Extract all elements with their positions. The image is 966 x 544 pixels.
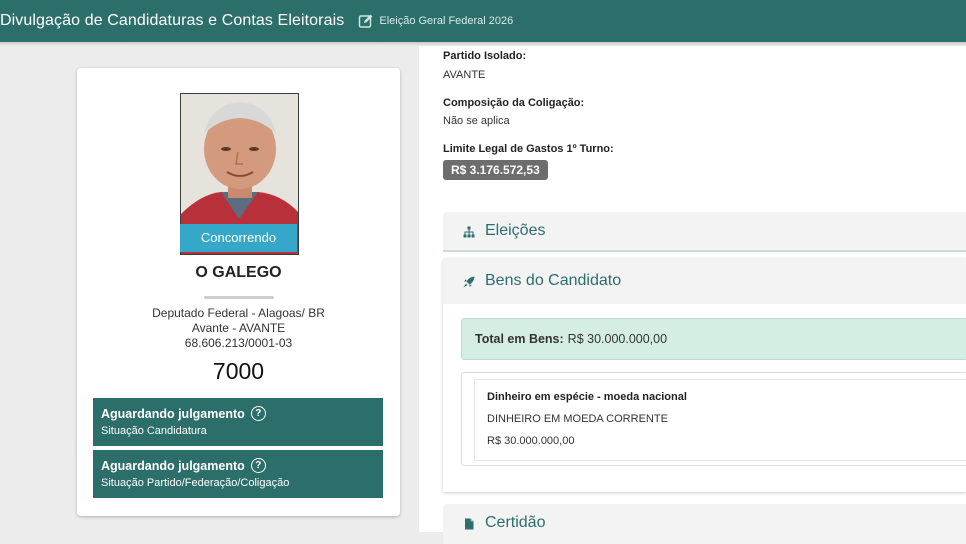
party-status-subtitle: Situação Partido/Federação/Coligação	[101, 477, 290, 489]
certificate-title: Certidão	[485, 514, 546, 531]
elections-title: Eleições	[485, 222, 546, 239]
certificate-section[interactable]: Certidão	[443, 504, 966, 544]
party-status-box: Aguardando julgamento ? Situação Partido…	[93, 450, 383, 498]
candidate-name: O GALEGO	[195, 264, 282, 281]
candidate-party: Avante - AVANTE	[191, 321, 286, 335]
spending-limit-badge: R$ 3.176.572,53	[443, 160, 548, 180]
asset-type: Dinheiro em espécie - moeda nacional	[487, 391, 687, 403]
candidate-card: Concorrendo O GALEGO Deputado Federal - …	[77, 68, 400, 516]
assets-header[interactable]: Bens do Candidato	[443, 258, 966, 304]
app-title: Divulgação de Candidaturas e Contas Elei…	[0, 12, 345, 29]
details-panel: Partido Isolado: AVANTE Composição da Co…	[419, 46, 966, 544]
candidate-cnpj: 68.606.213/0001-03	[184, 336, 293, 350]
asset-item: Dinheiro em espécie - moeda nacional DIN…	[461, 372, 966, 466]
edit-icon[interactable]	[358, 13, 374, 29]
candidacy-status-box: Aguardando julgamento ? Situação Candida…	[93, 398, 383, 446]
sitemap-icon	[463, 225, 475, 238]
party-status-title: Aguardando julgamento	[101, 458, 245, 473]
document-icon	[463, 517, 475, 530]
candidate-number: 7000	[212, 358, 265, 384]
rocket-icon	[463, 275, 475, 288]
party-value: AVANTE	[443, 69, 486, 81]
candidacy-status-title: Aguardando julgamento	[101, 406, 245, 421]
assets-total-label: Total em Bens:	[475, 332, 564, 346]
candidacy-status-subtitle: Situação Candidatura	[101, 425, 207, 437]
assets-section: Bens do Candidato Total em Bens: R$ 30.0…	[443, 258, 966, 492]
candidate-office: Deputado Federal - Alagoas/ BR	[152, 306, 325, 320]
spending-limit-label: Limite Legal de Gastos 1º Turno:	[443, 143, 614, 155]
coalition-label: Composição da Coligação:	[443, 97, 585, 109]
elections-section[interactable]: Eleições	[443, 212, 966, 252]
running-status-badge: Concorrendo	[180, 224, 297, 252]
help-icon[interactable]: ?	[250, 406, 266, 421]
assets-title: Bens do Candidato	[485, 272, 622, 289]
party-label: Partido Isolado:	[443, 50, 527, 62]
election-name: Eleição Geral Federal 2026	[379, 15, 514, 27]
asset-item-card: Dinheiro em espécie - moeda nacional DIN…	[474, 379, 966, 461]
assets-total-value: R$ 30.000.000,00	[567, 332, 668, 346]
asset-description: DINHEIRO EM MOEDA CORRENTE	[487, 413, 668, 425]
asset-value: R$ 30.000.000,00	[487, 435, 575, 447]
coalition-value: Não se aplica	[443, 115, 510, 127]
assets-total: Total em Bens: R$ 30.000.000,00	[461, 318, 966, 360]
help-icon[interactable]: ?	[250, 458, 266, 473]
blurred-civil-name	[204, 296, 274, 299]
top-bar: Divulgação de Candidaturas e Contas Elei…	[0, 0, 966, 42]
